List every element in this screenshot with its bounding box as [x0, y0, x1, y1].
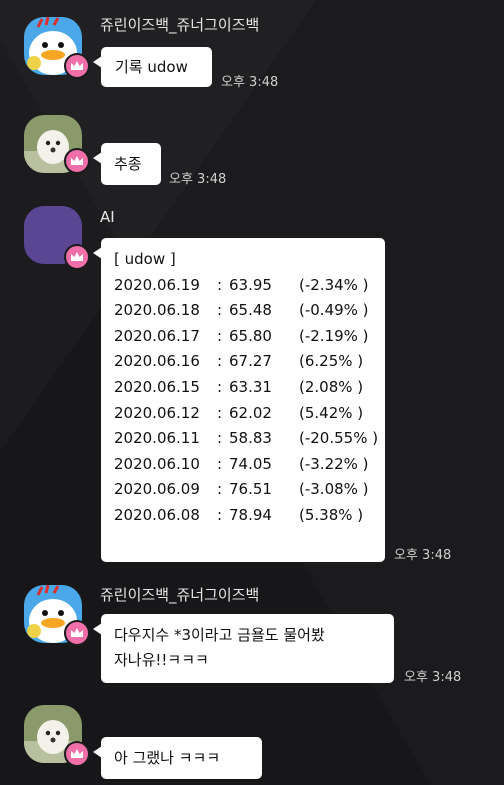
record-change: (5.42% ) [299, 403, 364, 422]
record-value: 67.27 [229, 352, 272, 371]
record-row: 2020.06.12: 62.02 (5.42% ) [114, 401, 385, 427]
record-separator: : [217, 352, 227, 371]
message-bubble[interactable]: 다우지수 *3이라고 금욜도 물어봤 자나유!!ㅋㅋㅋ [93, 614, 394, 683]
record-separator: : [217, 301, 227, 320]
record-value: 65.80 [229, 326, 272, 345]
record-separator: : [217, 326, 227, 345]
message-time: 오후 3:48 [169, 172, 227, 187]
record-value: 74.05 [229, 454, 272, 473]
record-value: 62.02 [229, 403, 272, 422]
record-header: [ udow ] [114, 250, 176, 268]
record-row: 2020.06.19: 63.95 (-2.34% ) [114, 273, 385, 299]
record-date: 2020.06.11 [114, 429, 200, 448]
record-change: (-0.49% ) [299, 301, 369, 320]
record-value: 76.51 [229, 480, 272, 499]
record-change: (-20.55% ) [299, 429, 379, 448]
message-text: 기록 udow [115, 58, 188, 76]
record-date: 2020.06.16 [114, 352, 200, 371]
record-row: 2020.06.08: 78.94 (5.38% ) [114, 503, 385, 529]
record-date: 2020.06.12 [114, 403, 200, 422]
record-row: 2020.06.10: 74.05 (-3.22% ) [114, 452, 385, 478]
sender-name: 쥬린이즈백_쥬너그이즈백 [100, 586, 260, 604]
record-separator: : [217, 275, 227, 294]
message-text-line: 다우지수 *3이라고 금욜도 물어봤 [114, 626, 325, 644]
record-value: 63.95 [229, 275, 272, 294]
record-row: 2020.06.16: 67.27 (6.25% ) [114, 349, 385, 375]
record-row: 2020.06.15: 63.31 (2.08% ) [114, 375, 385, 401]
message-time: 오후 3:48 [221, 75, 279, 90]
record-separator: : [217, 454, 227, 473]
record-change: (5.38% ) [299, 505, 364, 524]
crown-icon [64, 53, 90, 79]
crown-icon [64, 148, 90, 174]
message-bubble[interactable]: 아 그랬나 ㅋㅋㅋ [93, 737, 262, 779]
ai-record-bubble[interactable]: [ udow ] 2020.06.19: 63.95 (-2.34% ) 2020.… [93, 238, 385, 562]
record-date: 2020.06.10 [114, 454, 200, 473]
sender-name: 쥬린이즈백_쥬너그이즈백 [100, 16, 260, 34]
record-value: 63.31 [229, 377, 272, 396]
record-row: 2020.06.17: 65.80 (-2.19% ) [114, 324, 385, 350]
record-separator: : [217, 480, 227, 499]
crown-icon [64, 244, 90, 270]
record-change: (-3.08% ) [299, 480, 369, 499]
record-date: 2020.06.15 [114, 377, 200, 396]
record-list: 2020.06.19: 63.95 (-2.34% ) 2020.06.18: 65… [114, 273, 385, 529]
message-text: 아 그랬나 ㅋㅋㅋ [114, 749, 221, 767]
record-row: 2020.06.09: 76.51 (-3.08% ) [114, 477, 385, 503]
record-change: (2.08% ) [299, 377, 364, 396]
record-date: 2020.06.19 [114, 275, 200, 294]
record-value: 78.94 [229, 505, 272, 524]
record-change: (-2.34% ) [299, 275, 369, 294]
record-row: 2020.06.11: 58.83 (-20.55% ) [114, 426, 385, 452]
message-bubble[interactable]: 기록 udow [93, 47, 212, 87]
message-bubble[interactable]: 추종 [93, 143, 161, 185]
message-time: 오후 3:48 [404, 670, 462, 685]
record-change: (-3.22% ) [299, 454, 369, 473]
record-change: (6.25% ) [299, 352, 364, 371]
record-date: 2020.06.17 [114, 326, 200, 345]
record-row: 2020.06.18: 65.48 (-0.49% ) [114, 298, 385, 324]
record-value: 65.48 [229, 301, 272, 320]
record-value: 58.83 [229, 429, 272, 448]
record-separator: : [217, 403, 227, 422]
crown-icon [64, 741, 90, 767]
record-date: 2020.06.09 [114, 480, 200, 499]
message-text-line: 자나유!!ㅋㅋㅋ [114, 651, 209, 669]
crown-icon [64, 620, 90, 646]
message-time: 오후 3:48 [394, 548, 452, 563]
record-date: 2020.06.18 [114, 301, 200, 320]
message-text: 추종 [114, 155, 142, 173]
record-change: (-2.19% ) [299, 326, 369, 345]
record-separator: : [217, 505, 227, 524]
sender-name: AI [100, 208, 115, 226]
record-date: 2020.06.08 [114, 505, 200, 524]
record-separator: : [217, 377, 227, 396]
record-separator: : [217, 429, 227, 448]
